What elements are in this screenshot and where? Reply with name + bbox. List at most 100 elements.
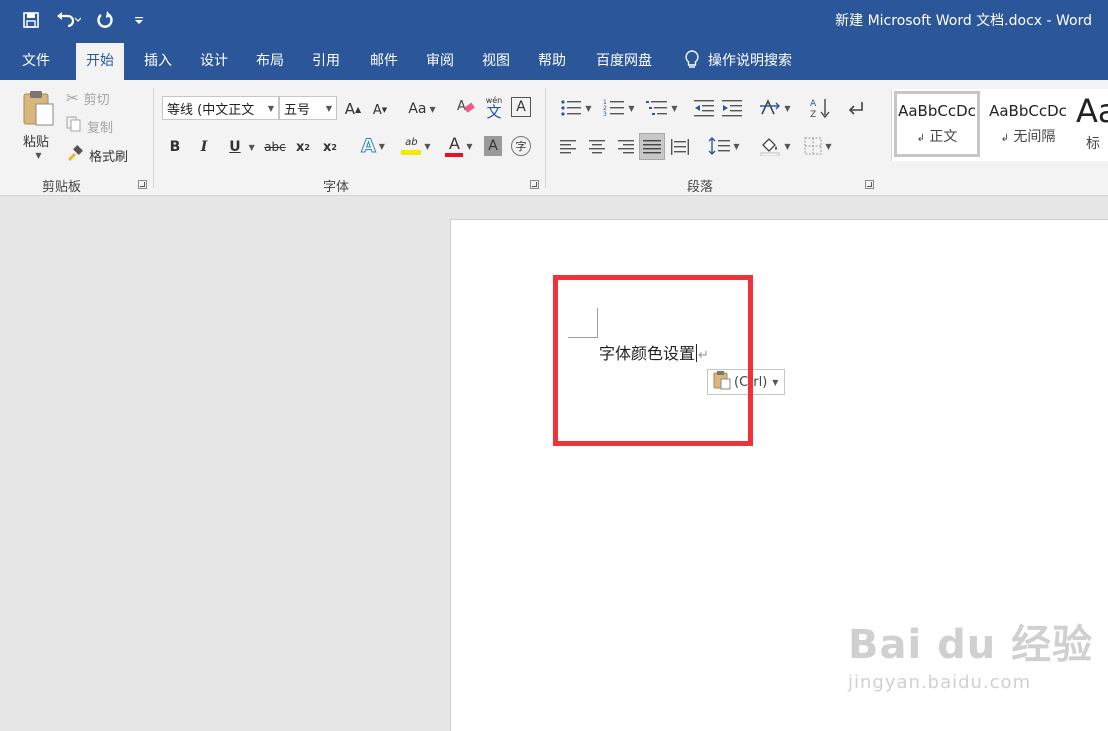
show-hide-marks-button[interactable] — [845, 96, 867, 120]
align-center-button[interactable] — [586, 136, 608, 158]
tab-mailings[interactable]: 邮件 — [370, 40, 398, 80]
bullets-button[interactable]: ▼ — [557, 96, 595, 120]
highlight-color-button[interactable]: ab ▼ — [397, 134, 435, 158]
format-painter-button[interactable]: 格式刷 — [66, 145, 128, 165]
increase-indent-button[interactable] — [721, 96, 743, 120]
text-effects-button[interactable]: A ▼ — [356, 134, 390, 158]
subscript-button[interactable]: x2 — [293, 136, 313, 158]
decrease-indent-button[interactable] — [693, 96, 715, 120]
borders-icon — [804, 137, 822, 155]
paragraph-launcher-icon[interactable] — [865, 180, 874, 189]
align-left-button[interactable] — [558, 136, 580, 158]
style-heading[interactable]: Aa 标 — [1076, 91, 1108, 157]
subscript-mark: 2 — [304, 142, 310, 152]
baidu-watermark: Bai du 经验 jingyan.baidu.com — [848, 612, 1093, 693]
italic-button[interactable]: I — [195, 136, 213, 158]
shading-button[interactable]: ▼ — [756, 134, 794, 158]
document-text-line[interactable]: 字体颜色设置 ↵ — [599, 340, 709, 364]
subscript-icon: x — [296, 139, 305, 155]
style-name: ↲ 无间隔 — [1000, 129, 1056, 145]
tell-me-search[interactable]: 操作说明搜索 — [684, 40, 792, 80]
bold-button[interactable]: B — [166, 136, 184, 158]
clipboard-launcher-icon[interactable] — [138, 180, 147, 189]
change-case-button[interactable]: Aa ▼ — [404, 98, 440, 120]
copy-button[interactable]: 复制 — [66, 116, 113, 136]
grow-font-button[interactable]: A ▲ — [343, 98, 363, 120]
tab-references[interactable]: 引用 — [312, 40, 340, 80]
tab-home[interactable]: 开始 — [76, 43, 124, 80]
tab-view[interactable]: 视图 — [482, 40, 510, 80]
copy-label: 复制 — [87, 120, 114, 136]
highlight-text: ab — [405, 136, 418, 148]
strikethrough-button[interactable]: abc — [263, 136, 287, 158]
style-no-spacing[interactable]: AaBbCcDc ↲ 无间隔 — [984, 91, 1072, 157]
enclose-characters-button[interactable]: 字 — [511, 136, 531, 156]
font-color-button[interactable]: A ▼ — [440, 134, 478, 158]
eraser-icon: A — [456, 96, 476, 120]
clear-formatting-button[interactable]: A — [455, 96, 477, 120]
style-name: ↲ 正文 — [916, 129, 958, 145]
superscript-icon: x — [323, 139, 332, 155]
paste-options-button[interactable]: (Ctrl) ▼ — [707, 369, 785, 395]
svg-text:A: A — [457, 99, 466, 114]
numbering-icon: 123 — [603, 99, 625, 117]
title-bar: 新建 Microsoft Word 文档.docx - Word — [0, 0, 1108, 40]
tab-layout[interactable]: 布局 — [256, 40, 284, 80]
font-name-caret: ▼ — [267, 103, 274, 113]
tab-review[interactable]: 审阅 — [426, 40, 454, 80]
phonetic-bottom-text: 文 — [486, 102, 502, 121]
align-right-icon — [618, 140, 634, 154]
character-shading-button[interactable]: A — [484, 136, 502, 156]
align-right-button[interactable] — [614, 136, 636, 158]
paste-options-caret: ▼ — [772, 377, 779, 387]
font-name-value: 等线 (中文正文 — [167, 102, 255, 118]
paste-button[interactable]: 粘贴 — [14, 130, 58, 150]
chinese-layout-button[interactable]: ▼ — [757, 96, 793, 120]
tab-insert[interactable]: 插入 — [144, 40, 172, 80]
font-name-combo[interactable]: 等线 (中文正文 ▼ — [162, 96, 279, 120]
shrink-font-button[interactable]: A ▼ — [370, 100, 390, 120]
tab-design[interactable]: 设计 — [200, 40, 228, 80]
save-icon[interactable] — [20, 9, 42, 31]
highlight-color-swatch — [401, 149, 422, 155]
line-spacing-button[interactable]: ▼ — [705, 134, 743, 158]
style-normal[interactable]: AaBbCcDc ↲ 正文 — [894, 91, 980, 157]
multilevel-list-icon — [646, 101, 668, 115]
distributed-button[interactable] — [669, 136, 691, 158]
paint-bucket-icon — [760, 138, 780, 156]
text-cursor — [696, 344, 698, 362]
borders-button[interactable]: ▼ — [799, 134, 837, 158]
font-size-value: 五号 — [284, 102, 311, 118]
redo-icon[interactable] — [94, 9, 116, 31]
lightbulb-icon — [685, 50, 699, 68]
undo-icon[interactable] — [54, 9, 82, 31]
tab-help[interactable]: 帮助 — [538, 40, 566, 80]
increase-indent-icon — [722, 100, 742, 117]
paste-icon[interactable] — [20, 88, 56, 128]
tab-baidu-netdisk[interactable]: 百度网盘 — [596, 40, 652, 80]
format-painter-label: 格式刷 — [89, 149, 129, 165]
customize-qat-icon[interactable] — [128, 9, 150, 31]
paragraph-mark-icon — [848, 102, 863, 115]
font-size-caret: ▼ — [325, 103, 332, 113]
sort-icon: AZ — [810, 99, 830, 119]
font-launcher-icon[interactable] — [530, 180, 539, 189]
sort-button[interactable]: AZ — [809, 96, 831, 120]
margin-corner-mark — [568, 308, 598, 338]
character-border-button[interactable]: A — [511, 97, 531, 117]
numbering-button[interactable]: 1 2 3 ▼ — [600, 96, 638, 120]
font-size-combo[interactable]: 五号 ▼ — [279, 96, 337, 120]
shrink-font-icon: A — [372, 102, 382, 118]
justify-button[interactable] — [639, 133, 665, 160]
multilevel-list-button[interactable]: ▼ — [643, 96, 681, 120]
line-spacing-icon — [708, 137, 731, 155]
text-effects-icon: A — [361, 135, 377, 158]
cut-button[interactable]: ✂ 剪切 — [66, 88, 110, 108]
superscript-button[interactable]: x2 — [320, 136, 340, 158]
paste-dropdown-caret[interactable]: ▼ — [30, 150, 44, 160]
phonetic-guide-button[interactable]: wén 文 — [483, 94, 505, 122]
underline-button[interactable]: U ▼ — [222, 136, 262, 158]
tab-file[interactable]: 文件 — [22, 40, 50, 80]
paste-options-label: (Ctrl) — [734, 374, 768, 390]
scissors-icon: ✂ — [66, 89, 79, 107]
